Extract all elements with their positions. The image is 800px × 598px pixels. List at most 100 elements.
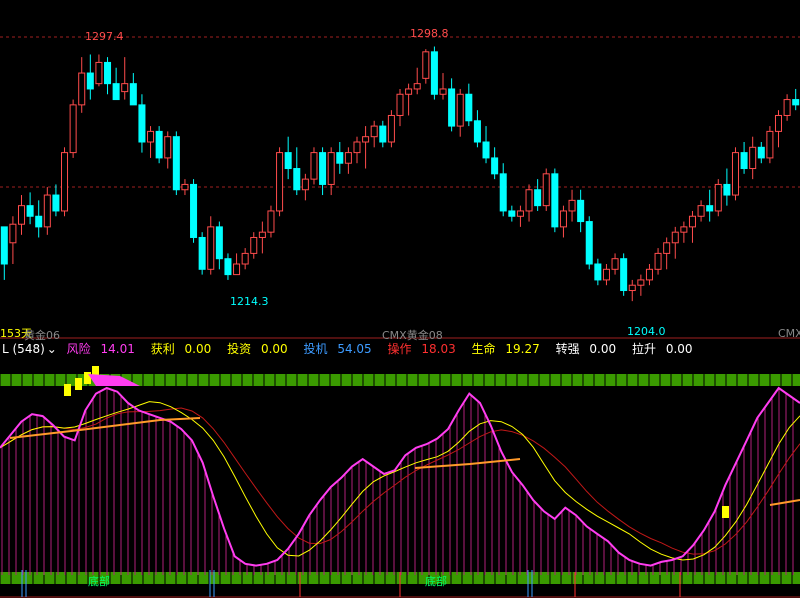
candle-body	[147, 130, 155, 143]
candle-body	[284, 152, 292, 170]
candle-body	[516, 210, 524, 217]
candle-body	[620, 258, 628, 292]
candle-body	[9, 223, 17, 244]
candle-body	[78, 72, 86, 106]
candle-body	[250, 236, 258, 254]
candle-body	[293, 168, 301, 191]
candle-body	[740, 152, 748, 170]
contract-label-3: CMX	[778, 327, 800, 340]
legend-pullup: 拉升 0.00	[631, 342, 693, 356]
candle-body	[577, 199, 585, 223]
high-label-2: 1298.8	[410, 27, 449, 40]
legend-operate: 操作 18.03	[387, 342, 456, 356]
candle-body	[792, 99, 800, 106]
candle-body	[585, 221, 593, 265]
chart-canvas	[0, 36, 800, 598]
candle-body	[439, 88, 447, 95]
candle-body	[336, 152, 344, 164]
candle-body	[43, 194, 51, 228]
orange-segment	[769, 499, 800, 506]
candle-body	[327, 152, 335, 185]
candle-body	[422, 51, 430, 79]
legend-risk: 风险 14.01	[66, 342, 135, 356]
candle-body	[697, 205, 705, 217]
candle-body	[387, 114, 395, 143]
candle-body	[138, 104, 146, 143]
candle-body	[370, 125, 378, 138]
candle-body	[319, 152, 327, 185]
high-label-1: 1297.4	[85, 30, 124, 43]
candle-body	[396, 93, 404, 116]
candle-body	[568, 199, 576, 212]
bottom-signal-2: 底部	[425, 575, 447, 588]
candle-body	[473, 120, 481, 143]
candle-body	[353, 141, 361, 154]
candle-body	[456, 93, 464, 127]
candle-body	[688, 215, 696, 228]
low-label-2: 1204.0	[627, 325, 666, 338]
legend-profit: 获利 0.00	[150, 342, 212, 356]
legend-invest: 投资 0.00	[227, 342, 288, 356]
candle-body	[17, 205, 26, 225]
candle-body	[749, 146, 757, 170]
candles-group	[0, 46, 800, 302]
candle-body	[645, 268, 653, 281]
candle-body	[379, 125, 387, 143]
candle-body	[628, 284, 636, 292]
candle-body	[654, 252, 662, 270]
candle-body	[164, 136, 172, 159]
candle-body	[602, 268, 610, 281]
candle-body	[551, 173, 559, 228]
candle-body	[61, 152, 69, 212]
candle-body	[198, 236, 206, 270]
candle-body	[405, 88, 413, 95]
bottom-signal-1: 底部	[88, 575, 110, 588]
candle-body	[301, 178, 309, 191]
candle-body	[190, 183, 198, 238]
candle-body	[731, 152, 739, 196]
candle-body	[611, 258, 619, 270]
candle-body	[413, 83, 421, 90]
candle-body	[663, 242, 671, 254]
red-ma-line	[0, 407, 800, 555]
risk-line	[0, 386, 800, 567]
candle-body	[112, 83, 120, 101]
candle-body	[233, 263, 241, 276]
candle-body	[69, 104, 77, 154]
candle-body	[207, 226, 215, 270]
candle-body	[671, 231, 679, 244]
candle-body	[181, 183, 189, 191]
indicator-name[interactable]: L (548)	[2, 342, 45, 356]
candle-body	[534, 189, 542, 207]
candle-body	[637, 279, 645, 286]
low-label-1: 1214.3	[230, 295, 269, 308]
candle-body	[35, 215, 43, 228]
candle-body	[104, 61, 112, 85]
candle-body	[766, 130, 774, 159]
candle-body	[86, 72, 94, 90]
candle-body	[362, 136, 370, 143]
candle-body	[430, 51, 438, 95]
legend-strengthen: 转强 0.00	[555, 342, 617, 356]
candle-body	[723, 183, 731, 196]
candle-body	[706, 205, 714, 212]
candle-body	[215, 226, 223, 260]
candle-body	[783, 99, 791, 116]
yellow-marker	[722, 506, 729, 518]
candle-body	[344, 152, 352, 164]
candle-body	[241, 252, 249, 265]
candle-body	[774, 114, 783, 132]
candle-body	[499, 173, 507, 212]
candle-body	[172, 136, 180, 191]
candle-body	[258, 231, 266, 238]
candle-body	[224, 258, 232, 276]
candle-body	[594, 263, 602, 281]
candle-body	[491, 157, 499, 175]
legend-life: 生命 19.27	[471, 342, 540, 356]
indicator-group	[0, 366, 800, 597]
candle-body	[276, 152, 284, 212]
candle-body	[155, 130, 163, 159]
candle-body	[508, 210, 516, 217]
candle-body	[714, 183, 722, 212]
candle-body	[267, 210, 275, 233]
